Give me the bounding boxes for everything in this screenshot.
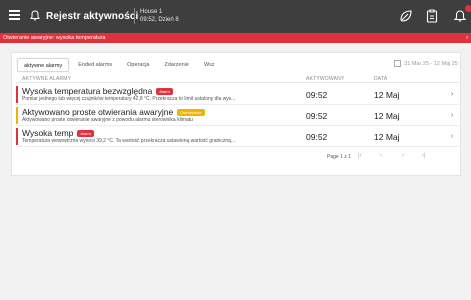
severity-bar (16, 86, 18, 103)
column-header-name: AKTYWNE ALARMY (22, 76, 72, 82)
bell-icon (30, 10, 40, 21)
prev-page-button[interactable]: ‹ (380, 153, 382, 159)
house-time: 09:52, Dzień 8 (140, 17, 179, 23)
calendar-icon (394, 60, 402, 67)
tab-active-alarms[interactable]: aktywne alarmy (17, 58, 70, 72)
title-divider (134, 8, 135, 24)
alarm-description: Aktywowano proste otwieranie awaryjne z … (22, 117, 193, 123)
alarm-date: 12 Maj (374, 111, 400, 121)
chevron-right-icon: › (451, 133, 454, 140)
tab-all[interactable]: Wsz (198, 58, 221, 72)
house-name: House 1 (140, 9, 163, 15)
date-range-text: 31 Mar 25 - 12 Maj 25 (404, 60, 458, 67)
clipboard-icon[interactable] (424, 8, 440, 24)
menu-icon[interactable] (9, 10, 20, 21)
table-row[interactable]: Aktywowano proste otwierania awaryjne Os… (16, 106, 459, 126)
next-page-button[interactable]: › (402, 153, 404, 159)
alarms-card: aktywne alarmy Ended alarms Operacja Zda… (11, 52, 461, 176)
top-bar: Rejestr aktywności House 1 09:52, Dzień … (0, 0, 471, 33)
banner-text: Otwieranie awaryjne: wysoka temperatura (3, 35, 106, 41)
chevron-right-icon: › (451, 91, 454, 98)
alarm-title: Wysoka temperatura bezwzględna (22, 86, 153, 96)
first-page-button[interactable]: |‹ (358, 153, 362, 159)
column-header-activated: AKTYWOWANY (306, 76, 345, 82)
alarm-time: 09:52 (306, 90, 328, 100)
table-row[interactable]: Wysoka temperatura bezwzględna Alarm Pom… (16, 85, 459, 105)
status-badge: Alarm (156, 87, 173, 95)
alarm-description: Temperatura wewnętrzna wynosi 39,2 °C. T… (22, 138, 236, 144)
column-header-date: DATA (374, 76, 388, 82)
alarm-date: 12 Maj (374, 132, 400, 142)
emergency-banner[interactable]: Otwieranie awaryjne: wysoka temperatura … (0, 33, 471, 43)
alarm-name: Wysoka temperatura bezwzględna Alarm (22, 86, 173, 96)
tab-events[interactable]: Zdarzenie (158, 58, 194, 72)
tab-ended-alarms[interactable]: Ended alarms (72, 58, 118, 72)
chevron-right-icon: › (451, 112, 454, 119)
alarm-name: Wysoka temp Alarm (22, 128, 94, 138)
alarm-time: 09:52 (306, 111, 328, 121)
page-indicator: Page 1 z 1 (327, 154, 351, 160)
alarm-title: Aktywowano proste otwierania awaryjne (22, 107, 174, 117)
alarm-time: 09:52 (306, 132, 328, 142)
house-info: House 1 09:52, Dzień 8 (140, 8, 179, 24)
pagination: Page 1 z 1 |‹ ‹ › ›| (12, 153, 460, 161)
alarm-name: Aktywowano proste otwierania awaryjne Os… (22, 107, 205, 117)
table-header: AKTYWNE ALARMY AKTYWOWANY DATA (16, 76, 459, 83)
severity-bar (16, 128, 18, 145)
alarm-title: Wysoka temp (22, 128, 74, 138)
chevron-right-icon: › (466, 35, 468, 41)
last-page-button[interactable]: ›| (422, 153, 426, 159)
notification-badge (465, 5, 471, 12)
tab-operations[interactable]: Operacja (121, 58, 155, 72)
table-row[interactable]: Wysoka temp Alarm Temperatura wewnętrzna… (16, 127, 459, 147)
leaf-icon[interactable] (398, 8, 414, 24)
status-badge: Ostrzeżenie (177, 108, 205, 116)
status-badge: Alarm (77, 129, 94, 137)
tab-bar: aktywne alarmy Ended alarms Operacja Zda… (17, 58, 224, 72)
alarm-date: 12 Maj (374, 90, 400, 100)
page-title: Rejestr aktywności (46, 11, 139, 22)
date-range-picker[interactable]: 31 Mar 25 - 12 Maj 25 (394, 60, 458, 67)
severity-bar (16, 107, 18, 124)
alarm-description: Pomiar jednego lub więcej czujników temp… (22, 96, 236, 102)
